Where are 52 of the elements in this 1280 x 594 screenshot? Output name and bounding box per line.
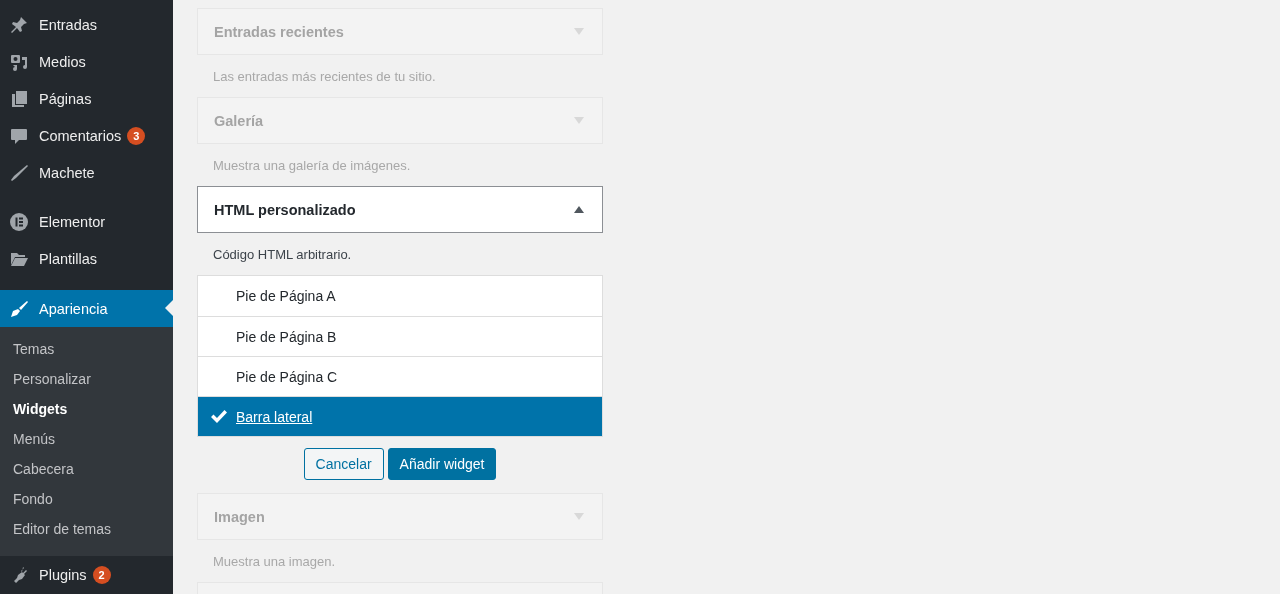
submenu-item[interactable]: Temas [0,334,173,364]
widget-header[interactable]: HTML personalizado [197,186,603,233]
menu-item[interactable]: Plantillas [0,240,173,277]
menu-label: Plugins [39,566,87,583]
expand-arrow-icon [574,513,584,520]
expand-arrow-icon [574,28,584,35]
submenu-item[interactable]: Menús [0,424,173,454]
sidebar-option[interactable]: Pie de Página A [198,276,602,316]
add-widget-button[interactable]: Añadir widget [387,448,497,480]
menu-item[interactable]: Plugins 2 [0,556,173,593]
widget-description: Muestra una galería de imágenes. [212,156,412,175]
pin-icon [9,14,29,35]
menu-label: Plantillas [39,250,98,267]
menu-item[interactable]: Elementor [0,203,173,240]
menu-item[interactable]: Medios [0,43,173,80]
submenu-item[interactable]: Editor de temas [0,514,173,544]
elementor-icon [9,211,29,232]
menu-item[interactable]: Páginas [0,80,173,117]
menu-label: Comentarios [39,127,122,144]
menu-item[interactable]: Apariencia [0,290,173,327]
checkmark-icon [210,408,228,425]
submenu-item[interactable]: Widgets [0,394,173,424]
sidebar-option[interactable]: Pie de Página B [198,316,602,356]
widget-title: HTML personalizado [214,201,356,218]
widget-description: Las entradas más recientes de tu sitio. [212,67,437,86]
widget-title: Imagen [214,508,265,525]
brush-icon [9,298,29,319]
expand-arrow-icon [574,117,584,124]
menu-item[interactable]: Machete [0,154,173,191]
widget-description: Muestra una imagen. [212,552,337,571]
menu-item[interactable]: Comentarios 3 [0,117,173,154]
count-badge: 2 [92,565,111,584]
submenu-item[interactable]: Fondo [0,484,173,514]
menu-item[interactable]: Entradas [0,6,173,43]
pages-icon [9,88,29,109]
sidebar-option[interactable]: Barra lateral [198,396,602,436]
submenu-item[interactable]: Personalizar [0,364,173,394]
menu-label: Machete [39,164,95,181]
count-badge: 3 [127,126,146,145]
submenu-item[interactable]: Cabecera [0,454,173,484]
menu-label: Elementor [39,213,106,230]
menu-label: Páginas [39,90,92,107]
collapse-arrow-icon [574,206,584,213]
menu-label: Entradas [39,16,98,33]
widget-title: Entradas recientes [214,23,344,40]
cancel-button[interactable]: Cancelar [303,448,384,480]
menu-label: Medios [39,53,86,70]
menu-label: Apariencia [39,300,108,317]
current-pointer [165,300,173,316]
widget-description: Código HTML arbitrario. [212,245,353,264]
blade-icon [9,162,29,183]
widget-title: Galería [214,112,264,129]
